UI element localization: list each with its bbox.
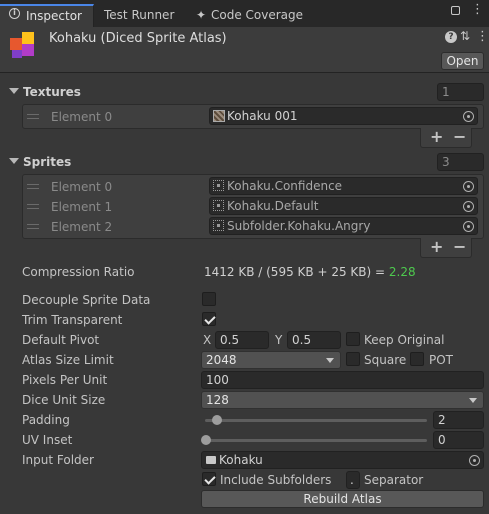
include-subfolders-label: Include Subfolders	[220, 473, 332, 487]
open-button[interactable]: Open	[441, 52, 484, 70]
input-folder-label: Input Folder	[22, 453, 94, 467]
tab-inspector-label: Inspector	[26, 9, 82, 23]
square-label: Square	[364, 353, 407, 367]
trim-transparent-label: Trim Transparent	[22, 313, 123, 327]
compression-ratio-number: 2.28	[388, 265, 416, 279]
object-picker-icon[interactable]	[463, 201, 474, 212]
tab-code-coverage-label: Code Coverage	[211, 8, 304, 22]
compression-ratio-text: 1412 KB / (595 KB + 25 KB) =	[204, 265, 389, 279]
chevron-down-icon	[326, 358, 334, 363]
lock-icon[interactable]	[451, 6, 460, 15]
sprites-foldout-icon[interactable]	[9, 158, 19, 164]
drag-handle-icon[interactable]	[27, 114, 39, 119]
uv-inset-label: UV Inset	[22, 433, 73, 447]
pot-label: POT	[429, 353, 454, 367]
sprite-icon	[213, 180, 224, 191]
uv-inset-slider-thumb[interactable]	[201, 435, 211, 445]
sprite-element-0-field[interactable]: Kohaku.Confidence	[209, 177, 478, 195]
compression-ratio-value: 1412 KB / (595 KB + 25 KB) = 2.28	[204, 265, 416, 279]
keep-original-checkbox[interactable]	[346, 332, 360, 346]
pivot-x-label: X	[203, 333, 212, 347]
decouple-sprite-data-label: Decouple Sprite Data	[22, 293, 151, 307]
drag-handle-icon[interactable]	[27, 204, 39, 209]
sprite-icon	[213, 200, 224, 211]
pivot-y-field[interactable]: 0.5	[287, 331, 341, 349]
folder-icon	[206, 456, 216, 464]
dice-unit-size-label: Dice Unit Size	[22, 393, 106, 407]
pivot-y-label: Y	[275, 333, 283, 347]
asset-title: Kohaku (Diced Sprite Atlas)	[49, 31, 227, 46]
tab-inspector[interactable]: i Inspector	[0, 4, 94, 27]
object-picker-icon[interactable]	[469, 455, 480, 466]
default-pivot-label: Default Pivot	[22, 333, 100, 347]
object-picker-icon[interactable]	[463, 181, 474, 192]
tab-code-coverage[interactable]: ✦ Code Coverage	[190, 5, 315, 27]
textures-count-field[interactable]: 1	[437, 83, 484, 101]
help-icon[interactable]: ?	[445, 31, 457, 43]
atlas-asset-icon	[10, 32, 38, 60]
sprite-icon	[213, 220, 224, 231]
add-element-button[interactable]: +	[430, 129, 443, 145]
pixels-per-unit-field[interactable]: 100	[201, 371, 484, 389]
textures-add-remove: + −	[420, 128, 472, 148]
padding-field[interactable]: 2	[433, 411, 484, 429]
object-picker-icon[interactable]	[463, 221, 474, 232]
remove-element-button[interactable]: −	[453, 129, 466, 145]
presets-icon[interactable]: ⇅	[460, 29, 470, 43]
info-icon: i	[9, 8, 20, 19]
sprite-element-label: Element 0	[51, 180, 113, 194]
padding-label: Padding	[22, 413, 70, 427]
texture-element-label: Element 0	[51, 110, 113, 124]
drag-handle-icon[interactable]	[27, 224, 39, 229]
keep-original-label: Keep Original	[364, 333, 445, 347]
tab-menu-icon[interactable]: ⋮	[471, 3, 484, 16]
sprites-label[interactable]: Sprites	[23, 155, 71, 169]
padding-slider-track[interactable]	[205, 419, 427, 422]
texture-element-0-field[interactable]: Kohaku 001	[209, 107, 478, 125]
remove-element-button[interactable]: −	[453, 239, 466, 255]
tab-test-runner[interactable]: Test Runner	[96, 5, 186, 27]
input-folder-field[interactable]: Kohaku	[201, 451, 484, 469]
sprites-count-field[interactable]: 3	[437, 153, 484, 171]
pot-checkbox[interactable]	[410, 352, 424, 366]
sprite-element-label: Element 2	[51, 220, 113, 234]
compression-ratio-label: Compression Ratio	[22, 265, 135, 279]
pixels-per-unit-label: Pixels Per Unit	[22, 373, 108, 387]
sprites-add-remove: + −	[420, 238, 472, 258]
open-button-label: Open	[446, 54, 479, 68]
padding-slider-thumb[interactable]	[212, 415, 223, 425]
textures-label[interactable]: Textures	[23, 85, 81, 99]
object-picker-icon[interactable]	[463, 111, 474, 122]
textures-foldout-icon[interactable]	[9, 88, 19, 94]
dice-unit-size-dropdown[interactable]: 128	[201, 391, 484, 409]
separator-field[interactable]: .	[346, 471, 360, 489]
atlas-size-limit-dropdown[interactable]: 2048	[201, 351, 341, 369]
rebuild-atlas-button[interactable]: Rebuild Atlas	[201, 490, 484, 508]
coverage-icon: ✦	[196, 8, 207, 22]
sprite-element-2-field[interactable]: Subfolder.Kohaku.Angry	[209, 217, 478, 235]
add-element-button[interactable]: +	[430, 239, 443, 255]
context-menu-icon[interactable]: ⋮	[476, 29, 489, 44]
include-subfolders-checkbox[interactable]	[202, 472, 216, 486]
texture-icon	[213, 110, 225, 122]
separator-label: Separator	[364, 473, 424, 487]
chevron-down-icon	[469, 398, 477, 403]
drag-handle-icon[interactable]	[27, 184, 39, 189]
sprite-element-label: Element 1	[51, 200, 113, 214]
sprite-element-1-field[interactable]: Kohaku.Default	[209, 197, 478, 215]
pivot-x-field[interactable]: 0.5	[215, 331, 269, 349]
square-checkbox[interactable]	[346, 352, 360, 366]
atlas-size-limit-label: Atlas Size Limit	[22, 353, 114, 367]
uv-inset-slider-track[interactable]	[205, 439, 427, 442]
trim-transparent-checkbox[interactable]	[202, 312, 216, 326]
rebuild-atlas-label: Rebuild Atlas	[303, 492, 382, 506]
uv-inset-field[interactable]: 0	[433, 431, 484, 449]
decouple-sprite-data-checkbox[interactable]	[202, 292, 216, 306]
tab-test-runner-label: Test Runner	[104, 8, 175, 22]
